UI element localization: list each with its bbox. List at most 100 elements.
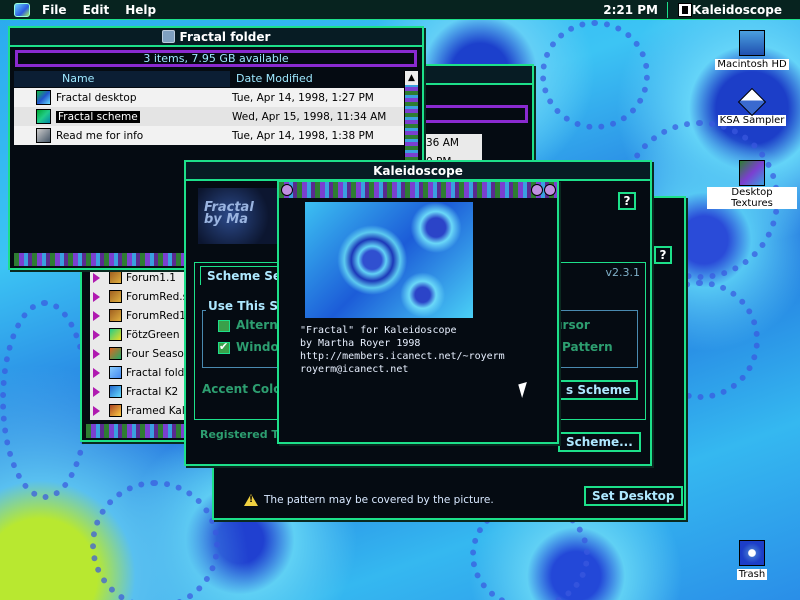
fractal-swirl [540,20,650,130]
window-title: Kaleidoscope [373,163,463,178]
file-icon [109,347,122,360]
list-item[interactable]: Forum1.1 [90,268,194,287]
desktop-icon-desktop-textures[interactable]: Desktop Textures [707,160,797,209]
disclosure-triangle-icon[interactable] [93,291,100,302]
list-item[interactable]: ForumRed1. [90,306,194,325]
list-item-label: ForumRed.s [126,290,189,303]
disclosure-triangle-icon[interactable] [93,329,100,340]
version-label: v2.3.1 [605,266,641,279]
desktop-icon-ksa-sampler[interactable]: KSA Sampler [707,87,797,126]
folder-icon [739,160,765,186]
list-item[interactable]: Framed Kale [90,401,194,420]
accent-color-label: Accent Colo [202,382,282,396]
file-date: Wed, Apr 15, 1998, 11:34 AM [232,110,387,123]
list-item[interactable]: Read me for info Tue, Apr 14, 1998, 1:38… [14,126,406,145]
set-desktop-button[interactable]: Set Desktop [584,486,683,506]
list-item-label: Framed Kale [126,404,192,417]
credit-email[interactable]: royerm@icanect.net [300,363,505,376]
file-date: Tue, Apr 14, 1998, 1:27 PM [232,91,374,104]
window-titlebar[interactable]: Kaleidoscope [186,162,650,181]
about-titlebar[interactable] [279,182,557,198]
desktop-icon-label: Macintosh HD [715,59,789,70]
column-header-date[interactable]: Date Modified [236,72,313,85]
disclosure-triangle-icon[interactable] [93,272,100,283]
window-title: Fractal folder [179,29,271,44]
file-icon [109,309,122,322]
column-header-name[interactable]: Name [62,72,94,85]
desktop-icon-label: Trash [736,569,768,580]
desktop-icon-label: Desktop Textures [707,187,797,209]
registered-to-label: Registered To [200,428,286,441]
credit-url[interactable]: http://members.icanect.net/~royerm [300,350,505,363]
scheme-logo: Fractal by Ma [198,188,278,244]
disclosure-triangle-icon[interactable] [93,348,100,359]
disclosure-triangle-icon[interactable] [93,310,100,321]
file-name: Fractal desktop [56,91,137,104]
credit-line: "Fractal" for Kaleidoscope [300,325,457,336]
list-item-label: ForumRed1. [126,309,190,322]
about-scheme-window[interactable]: "Fractal" for Kaleidoscope by Martha Roy… [277,180,559,444]
sorted-column-highlight [14,71,230,87]
file-icon [109,328,122,341]
list-item[interactable]: FötzGreen [90,325,194,344]
file-icon [36,109,51,124]
date-cell: 36 AM [422,134,482,153]
file-icon [109,385,122,398]
file-name: Read me for info [56,129,144,142]
window-checkbox[interactable] [218,340,230,354]
disclosure-triangle-icon[interactable] [93,405,100,416]
file-icon [36,90,51,105]
apple-menu-icon[interactable] [14,2,30,17]
disclosure-triangle-icon[interactable] [93,386,100,397]
desktop-icon-trash[interactable]: Trash [707,540,797,580]
menu-file[interactable]: File [42,3,67,17]
file-icon [109,404,122,417]
help-button[interactable]: ? [654,246,672,264]
fractal-swirl [0,300,90,500]
list-item[interactable]: ForumRed.s [90,287,194,306]
folder-icon [161,30,175,43]
list-item[interactable]: Fractal desktop Tue, Apr 14, 1998, 1:27 … [14,88,406,107]
folder-icon [109,366,122,379]
zoom-box-icon[interactable] [544,184,556,196]
list-item-selected[interactable]: Fractal scheme Wed, Apr 15, 1998, 11:34 … [14,107,406,126]
fractal-preview-image [305,202,473,318]
choose-scheme-button[interactable]: Scheme... [558,432,641,452]
help-button[interactable]: ? [618,192,636,210]
column-header-row: Name Date Modified [14,71,418,87]
list-item-label: Forum1.1 [126,271,176,284]
warning-icon [244,494,258,506]
file-name: Fractal scheme [56,110,140,123]
file-date: Tue, Apr 14, 1998, 1:38 PM [232,129,374,142]
list-item-label: Fractal fold [126,366,185,379]
warning-text: The pattern may be covered by the pictur… [264,494,494,506]
menu-edit[interactable]: Edit [83,3,110,17]
desktop-icon-macintosh-hd[interactable]: Macintosh HD [707,30,797,70]
close-box-icon[interactable] [281,184,293,196]
pattern-option-label[interactable]: Pattern [562,340,613,354]
file-icon [109,290,122,303]
window-titlebar[interactable]: Fractal folder [10,28,422,47]
alternate-checkbox[interactable] [218,320,230,332]
scroll-up-arrow-icon[interactable]: ▲ [405,71,418,85]
application-menu-label[interactable]: Kaleidoscope [692,3,782,17]
menubar-divider [667,2,668,18]
cursor-option-label[interactable]: ursor [554,318,590,332]
list-item[interactable]: Four Season [90,344,194,363]
list-item[interactable]: Fractal fold [90,363,194,382]
save-scheme-button[interactable]: s Scheme [558,380,639,400]
disclosure-triangle-icon[interactable] [93,367,100,378]
list-item[interactable]: Fractal K2 [90,382,194,401]
menu-help[interactable]: Help [125,3,156,17]
file-icon [109,271,122,284]
credit-line: by Martha Royer 1998 [300,338,421,349]
list-item-label: Four Season [126,347,191,360]
about-credits: "Fractal" for Kaleidoscope by Martha Roy… [300,324,505,376]
ksa-sampler-icon [737,87,767,117]
menubar-clock[interactable]: 2:21 PM [603,3,658,17]
application-menu-icon[interactable] [678,3,692,17]
collapse-box-icon[interactable] [531,184,543,196]
trash-icon [739,540,765,566]
list-item-label: Fractal K2 [126,385,179,398]
file-list: Fractal desktop Tue, Apr 14, 1998, 1:27 … [14,88,406,145]
